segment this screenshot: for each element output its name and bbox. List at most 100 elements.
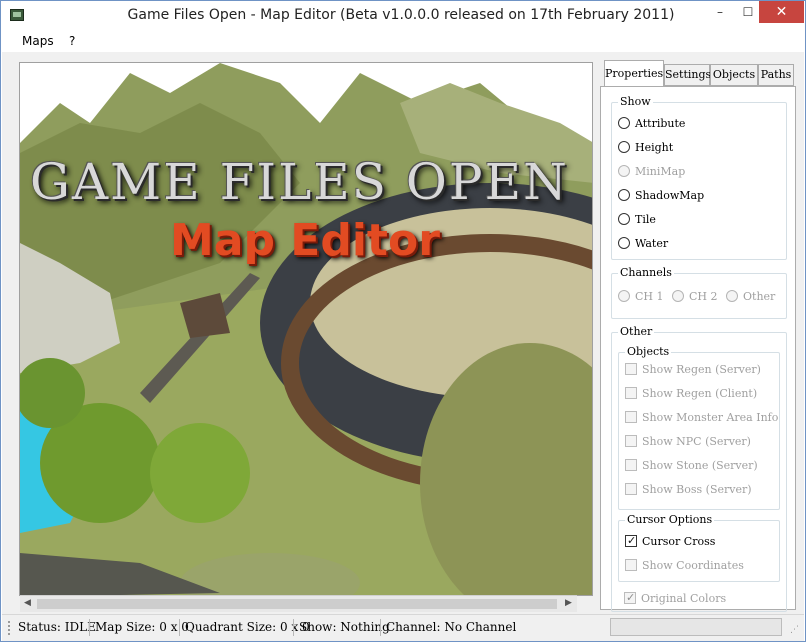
other-group: Other Objects Show Regen (Server) Show R… <box>611 325 787 612</box>
radio-attribute-label: Attribute <box>635 117 686 130</box>
radio-ch1: CH 1 <box>618 290 664 303</box>
check-show-npc-icon <box>625 435 637 447</box>
channels-group: Channels CH 1 CH 2 Other <box>611 266 787 319</box>
objects-group-label: Objects <box>625 345 672 358</box>
cursor-options-label: Cursor Options <box>625 513 715 526</box>
status-separator <box>89 619 90 636</box>
radio-tile-label: Tile <box>635 213 656 226</box>
check-original-colors-label: Original Colors <box>641 592 727 605</box>
show-group: Show Attribute Height MiniMap ShadowMap … <box>611 95 787 260</box>
radio-other: Other <box>726 290 775 303</box>
radio-attribute-icon[interactable] <box>618 117 630 129</box>
radio-ch2: CH 2 <box>672 290 718 303</box>
horizontal-scroll-thumb[interactable] <box>37 599 557 609</box>
check-cursor-cross-label: Cursor Cross <box>642 535 716 548</box>
check-show-monster-area: Show Monster Area Info <box>625 410 778 426</box>
check-show-coordinates-icon <box>625 559 637 571</box>
status-state: Status: IDLE <box>18 620 96 634</box>
radio-shadowmap-icon[interactable] <box>618 189 630 201</box>
radio-water[interactable]: Water <box>618 236 668 252</box>
status-bar: Status: IDLE Map Size: 0 x 0 Quadrant Si… <box>2 614 804 641</box>
check-show-coordinates-label: Show Coordinates <box>642 559 744 572</box>
radio-minimap-icon <box>618 165 630 177</box>
logo-subtitle: Map Editor <box>170 215 440 266</box>
main-window: Game Files Open - Map Editor (Beta v1.0.… <box>0 0 806 642</box>
close-button[interactable]: ✕ <box>759 1 804 23</box>
map-viewport[interactable]: GAME FILES OPEN Map Editor ▲ ▼ <box>19 62 593 596</box>
check-show-regen-server: Show Regen (Server) <box>625 362 761 378</box>
tab-objects[interactable]: Objects <box>710 64 758 86</box>
check-show-monster-area-icon <box>625 411 637 423</box>
radio-height-icon[interactable] <box>618 141 630 153</box>
check-show-stone: Show Stone (Server) <box>625 458 758 474</box>
check-original-colors: Original Colors <box>624 590 727 607</box>
radio-ch1-icon <box>618 290 630 302</box>
window-title: Game Files Open - Map Editor (Beta v1.0.… <box>127 7 675 23</box>
status-progress-bar <box>610 618 782 636</box>
radio-shadowmap-label: ShadowMap <box>635 189 705 202</box>
logo-title: GAME FILES OPEN <box>30 153 569 211</box>
check-cursor-cross[interactable]: Cursor Cross <box>625 533 716 550</box>
check-show-stone-label: Show Stone (Server) <box>642 459 758 472</box>
status-map-size: Map Size: 0 x 0 <box>95 620 189 634</box>
horizontal-scrollbar[interactable]: ◀ ▶ <box>20 595 577 612</box>
status-grip-icon <box>8 621 10 635</box>
radio-water-icon[interactable] <box>618 237 630 249</box>
menu-help[interactable]: ? <box>69 34 75 48</box>
check-show-regen-client-label: Show Regen (Client) <box>642 387 758 400</box>
check-original-colors-icon <box>624 590 636 606</box>
minimize-button[interactable]: – <box>707 1 733 23</box>
status-separator <box>293 619 294 636</box>
channels-group-label: Channels <box>618 266 674 279</box>
check-show-boss-icon <box>625 483 637 495</box>
map-render <box>20 63 592 595</box>
show-group-label: Show <box>618 95 653 108</box>
tab-settings[interactable]: Settings <box>664 64 711 86</box>
resize-grip-icon[interactable]: ⋰ <box>790 625 799 635</box>
objects-group: Objects Show Regen (Server) Show Regen (… <box>618 345 780 510</box>
tab-paths[interactable]: Paths <box>758 64 794 86</box>
check-show-regen-server-icon <box>625 363 637 375</box>
radio-shadowmap[interactable]: ShadowMap <box>618 188 704 204</box>
check-show-regen-client-icon <box>625 387 637 399</box>
radio-ch1-label: CH 1 <box>635 290 664 303</box>
maximize-button[interactable]: ☐ <box>735 1 761 23</box>
radio-height[interactable]: Height <box>618 140 673 156</box>
check-show-monster-area-label: Show Monster Area Info <box>642 411 779 424</box>
client-area: GAME FILES OPEN Map Editor ▲ ▼ ◀ ▶ Prope… <box>2 52 804 614</box>
radio-tile-icon[interactable] <box>618 213 630 225</box>
title-bar[interactable]: Game Files Open - Map Editor (Beta v1.0.… <box>1 1 805 31</box>
radio-height-label: Height <box>635 141 674 154</box>
radio-tile[interactable]: Tile <box>618 212 656 228</box>
status-show: Show: Nothing <box>299 620 390 634</box>
properties-panel: Properties Settings Objects Paths Show A… <box>600 60 796 612</box>
radio-ch2-icon <box>672 290 684 302</box>
app-icon[interactable] <box>10 9 24 21</box>
other-group-label: Other <box>618 325 655 338</box>
scroll-right-icon[interactable]: ▶ <box>565 598 572 608</box>
radio-minimap: MiniMap <box>618 164 685 180</box>
radio-water-label: Water <box>635 237 669 250</box>
check-cursor-cross-icon[interactable] <box>625 533 637 549</box>
cursor-options-group: Cursor Options Cursor Cross Show Coordin… <box>618 513 780 582</box>
tab-properties[interactable]: Properties <box>604 60 664 87</box>
radio-minimap-label: MiniMap <box>635 165 686 178</box>
check-show-boss-label: Show Boss (Server) <box>642 483 752 496</box>
scroll-left-icon[interactable]: ◀ <box>24 598 31 608</box>
menu-bar: Maps ? <box>2 31 804 51</box>
status-separator <box>380 619 381 636</box>
radio-other-label: Other <box>743 290 776 303</box>
status-separator <box>179 619 180 636</box>
radio-ch2-label: CH 2 <box>689 290 718 303</box>
menu-maps[interactable]: Maps <box>22 34 54 48</box>
status-channel: Channel: No Channel <box>386 620 517 634</box>
check-show-stone-icon <box>625 459 637 471</box>
check-show-boss: Show Boss (Server) <box>625 482 752 498</box>
check-show-npc-label: Show NPC (Server) <box>642 435 751 448</box>
check-show-regen-client: Show Regen (Client) <box>625 386 757 402</box>
radio-other-icon <box>726 290 738 302</box>
tab-strip: Properties Settings Objects Paths <box>600 60 796 87</box>
properties-tab-body: Show Attribute Height MiniMap ShadowMap … <box>600 86 796 612</box>
radio-attribute[interactable]: Attribute <box>618 116 685 132</box>
check-show-regen-server-label: Show Regen (Server) <box>642 363 761 376</box>
